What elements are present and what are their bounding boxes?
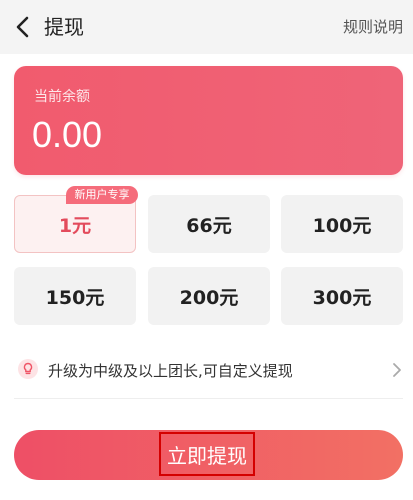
header: 提现 规则说明 bbox=[0, 0, 413, 54]
amount-option-150[interactable]: 150元 bbox=[14, 267, 136, 325]
amount-option-66[interactable]: 66元 bbox=[148, 195, 270, 253]
rules-link[interactable]: 规则说明 bbox=[343, 16, 403, 38]
amount-option-100[interactable]: 100元 bbox=[281, 195, 403, 253]
upgrade-tip-text: 升级为中级及以上团长,可自定义提现 bbox=[48, 362, 293, 380]
divider bbox=[14, 398, 403, 399]
lightbulb-icon bbox=[18, 359, 38, 379]
chevron-left-icon[interactable] bbox=[12, 15, 34, 39]
balance-card: 当前余额 0.00 bbox=[14, 66, 403, 175]
amount-option-200[interactable]: 200元 bbox=[148, 267, 270, 325]
balance-label: 当前余额 bbox=[34, 89, 90, 105]
amount-option-300[interactable]: 300元 bbox=[281, 267, 403, 325]
page-title: 提现 bbox=[44, 15, 84, 39]
new-user-badge: 新用户专享 bbox=[66, 186, 138, 204]
withdraw-button-label: 立即提现 bbox=[159, 432, 255, 476]
chevron-right-icon bbox=[393, 363, 401, 377]
withdraw-button[interactable]: 立即提现 bbox=[14, 430, 403, 480]
upgrade-tip-row[interactable]: 升级为中级及以上团长,可自定义提现 bbox=[14, 353, 403, 389]
balance-value: 0.00 bbox=[32, 114, 103, 155]
